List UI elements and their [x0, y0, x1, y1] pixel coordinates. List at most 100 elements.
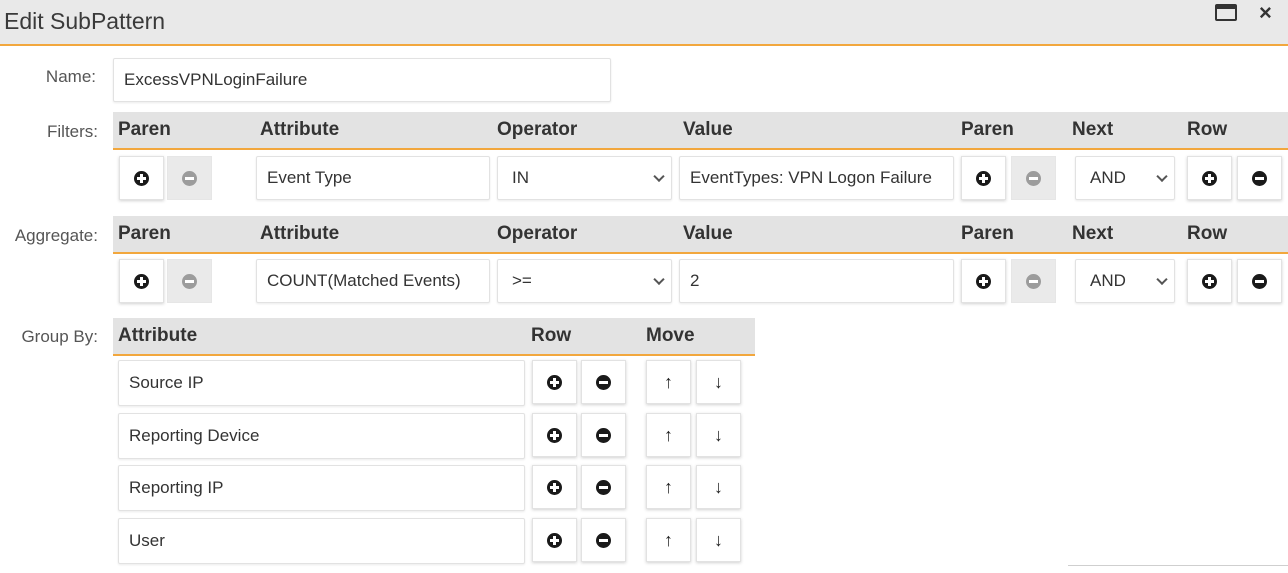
aggregate-row-add-button[interactable] — [1187, 259, 1232, 303]
group-by-row-remove-button[interactable] — [581, 518, 626, 562]
filters-header-paren-close: Paren — [956, 112, 1067, 150]
plus-circle-icon — [976, 170, 991, 186]
filters-header-attribute: Attribute — [255, 112, 492, 150]
minus-circle-icon — [1026, 273, 1041, 289]
filters-label: Filters: — [47, 122, 98, 141]
plus-circle-icon — [134, 273, 149, 289]
chevron-down-icon — [1156, 273, 1168, 286]
maximize-icon[interactable] — [1215, 4, 1237, 21]
group-by-label: Group By: — [21, 327, 98, 346]
group-by-row-add-button[interactable] — [532, 413, 577, 457]
move-down-button[interactable]: ↓ — [696, 413, 741, 457]
filters-paren-open-add-button[interactable] — [119, 156, 164, 200]
group-by-attribute-field[interactable]: Reporting IP — [118, 465, 525, 511]
filters-value-input[interactable]: EventTypes: VPN Logon Failure — [679, 156, 954, 200]
arrow-up-icon: ↑ — [664, 476, 673, 497]
move-up-button[interactable]: ↑ — [646, 413, 691, 457]
minus-circle-icon — [596, 374, 611, 390]
arrow-up-icon: ↑ — [664, 529, 673, 550]
plus-circle-icon — [547, 532, 562, 548]
plus-circle-icon — [547, 479, 562, 495]
minus-circle-icon — [596, 479, 611, 495]
aggregate-header-row: Row — [1182, 216, 1288, 254]
move-up-button[interactable]: ↑ — [646, 465, 691, 509]
filters-paren-open-remove-button[interactable] — [167, 156, 212, 200]
name-label: Name: — [45, 67, 96, 86]
move-up-button[interactable]: ↑ — [646, 518, 691, 562]
aggregate-label: Aggregate: — [14, 226, 98, 245]
aggregate-paren-open-remove-button[interactable] — [167, 259, 212, 303]
group-by-attribute-field[interactable]: User — [118, 518, 525, 564]
aggregate-value-input[interactable]: 2 — [679, 259, 954, 303]
group-by-attribute-field[interactable]: Source IP — [118, 360, 525, 406]
arrow-down-icon: ↓ — [714, 529, 723, 550]
group-by-row-remove-button[interactable] — [581, 413, 626, 457]
filters-row-remove-button[interactable] — [1237, 156, 1282, 200]
aggregate-operator-select[interactable]: >= — [497, 259, 672, 303]
filters-header-row: Row — [1182, 112, 1288, 150]
chevron-down-icon — [653, 273, 665, 286]
filters-operator-select[interactable]: IN — [497, 156, 672, 200]
plus-circle-icon — [134, 170, 149, 186]
name-input[interactable]: ExcessVPNLoginFailure — [113, 58, 611, 102]
close-icon[interactable]: × — [1259, 0, 1272, 26]
group-by-row-add-button[interactable] — [532, 518, 577, 562]
move-down-button[interactable]: ↓ — [696, 360, 741, 404]
minus-circle-icon — [596, 427, 611, 443]
aggregate-operator-value: >= — [512, 271, 532, 290]
aggregate-next-select[interactable]: AND — [1075, 259, 1175, 303]
group-by-row-remove-button[interactable] — [581, 360, 626, 404]
filters-header: Paren Attribute Operator Value Paren Nex… — [113, 112, 1288, 150]
group-by-header-row: Row — [526, 318, 641, 356]
filters-next-select[interactable]: AND — [1075, 156, 1175, 200]
filters-operator-value: IN — [512, 168, 529, 187]
filters-header-next: Next — [1067, 112, 1182, 150]
aggregate-header-value: Value — [678, 216, 956, 254]
aggregate-header-operator: Operator — [492, 216, 678, 254]
plus-circle-icon — [547, 427, 562, 443]
aggregate-header-paren-close: Paren — [956, 216, 1067, 254]
group-by-row-remove-button[interactable] — [581, 465, 626, 509]
minus-circle-icon — [182, 170, 197, 186]
dialog-titlebar: Edit SubPattern × — [0, 0, 1288, 46]
group-by-row-add-button[interactable] — [532, 465, 577, 509]
aggregate-paren-close-add-button[interactable] — [961, 259, 1006, 303]
filters-row-add-button[interactable] — [1187, 156, 1232, 200]
aggregate-row-remove-button[interactable] — [1237, 259, 1282, 303]
group-by-header-attribute: Attribute — [113, 318, 526, 356]
aggregate-paren-close-remove-button[interactable] — [1011, 259, 1056, 303]
dialog-title: Edit SubPattern — [4, 8, 166, 34]
minus-circle-icon — [182, 273, 197, 289]
footer-divider — [1068, 565, 1288, 566]
filters-paren-close-add-button[interactable] — [961, 156, 1006, 200]
plus-circle-icon — [547, 374, 562, 390]
aggregate-header-next: Next — [1067, 216, 1182, 254]
group-by-header: Attribute Row Move — [113, 318, 755, 356]
filters-next-value: AND — [1090, 168, 1126, 187]
plus-circle-icon — [1202, 170, 1217, 186]
group-by-row-add-button[interactable] — [532, 360, 577, 404]
plus-circle-icon — [1202, 273, 1217, 289]
move-up-button[interactable]: ↑ — [646, 360, 691, 404]
aggregate-header-paren-open: Paren — [113, 216, 255, 254]
group-by-attribute-field[interactable]: Reporting Device — [118, 413, 525, 459]
filters-header-value: Value — [678, 112, 956, 150]
arrow-down-icon: ↓ — [714, 371, 723, 392]
aggregate-attribute-input[interactable]: COUNT(Matched Events) — [256, 259, 490, 303]
aggregate-header-attribute: Attribute — [255, 216, 492, 254]
minus-circle-icon — [596, 532, 611, 548]
move-down-button[interactable]: ↓ — [696, 518, 741, 562]
arrow-up-icon: ↑ — [664, 424, 673, 445]
move-down-button[interactable]: ↓ — [696, 465, 741, 509]
chevron-down-icon — [1156, 170, 1168, 183]
filters-header-paren-open: Paren — [113, 112, 255, 150]
chevron-down-icon — [653, 170, 665, 183]
aggregate-next-value: AND — [1090, 271, 1126, 290]
aggregate-paren-open-add-button[interactable] — [119, 259, 164, 303]
plus-circle-icon — [976, 273, 991, 289]
filters-paren-close-remove-button[interactable] — [1011, 156, 1056, 200]
arrow-down-icon: ↓ — [714, 424, 723, 445]
filters-header-operator: Operator — [492, 112, 678, 150]
filters-attribute-input[interactable]: Event Type — [256, 156, 490, 200]
aggregate-header: Paren Attribute Operator Value Paren Nex… — [113, 216, 1288, 254]
